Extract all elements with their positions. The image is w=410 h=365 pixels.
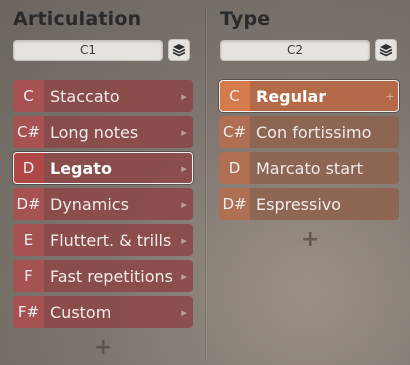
- articulation-item-label: Fast repetitions: [50, 266, 174, 286]
- articulation-title: Articulation: [13, 8, 142, 30]
- articulation-item-key: C#: [13, 116, 44, 148]
- type-item[interactable]: C Regular +: [219, 80, 399, 112]
- chevron-right-icon[interactable]: ▸: [175, 80, 193, 112]
- type-item-key: D: [219, 152, 250, 184]
- type-item[interactable]: D Marcato start: [219, 152, 399, 184]
- add-type-button[interactable]: +: [301, 229, 319, 251]
- type-title: Type: [220, 8, 271, 30]
- articulation-item-key: D: [13, 152, 44, 184]
- articulation-item[interactable]: F Fast repetitions ▸: [13, 260, 193, 292]
- layers-icon[interactable]: [375, 39, 397, 61]
- articulation-item[interactable]: C Staccato ▸: [13, 80, 193, 112]
- articulation-item[interactable]: C# Long notes ▸: [13, 116, 193, 148]
- articulation-key-range[interactable]: C1: [13, 40, 163, 61]
- articulation-column: Articulation C1 C Staccato ▸ C# Long notes ▸ D…: [0, 0, 205, 365]
- chevron-right-icon[interactable]: ▸: [175, 116, 193, 148]
- type-list: C Regular + C# Con fortissimo D Marcato start D…: [219, 80, 399, 224]
- layers-icon[interactable]: [168, 39, 190, 61]
- articulation-item[interactable]: D# Dynamics ▸: [13, 188, 193, 220]
- type-item-key: D#: [219, 188, 250, 220]
- articulation-item[interactable]: D Legato ▸: [13, 152, 193, 184]
- chevron-right-icon: [381, 152, 399, 184]
- chevron-right-icon[interactable]: ▸: [175, 296, 193, 328]
- articulation-item-key: D#: [13, 188, 44, 220]
- chevron-right-icon[interactable]: ▸: [175, 260, 193, 292]
- type-item-label: Marcato start: [256, 158, 363, 178]
- articulation-item-label: Long notes: [50, 122, 139, 142]
- articulation-list: C Staccato ▸ C# Long notes ▸ D Legato ▸ D# Dynamic…: [13, 80, 193, 332]
- type-key-range[interactable]: C2: [220, 40, 370, 61]
- type-item[interactable]: C# Con fortissimo: [219, 116, 399, 148]
- type-item-key: C#: [219, 116, 250, 148]
- plus-icon[interactable]: +: [381, 80, 399, 112]
- articulation-item-label: Staccato: [50, 86, 120, 106]
- articulation-item-label: Fluttert. & trills: [50, 230, 172, 250]
- articulation-item-key: C: [13, 80, 44, 112]
- articulation-item-key: F#: [13, 296, 44, 328]
- type-item-label: Espressivo: [256, 194, 342, 214]
- chevron-right-icon: [381, 116, 399, 148]
- articulation-item[interactable]: F# Custom ▸: [13, 296, 193, 328]
- articulation-item[interactable]: E Fluttert. & trills ▸: [13, 224, 193, 256]
- add-articulation-button[interactable]: +: [94, 337, 112, 359]
- articulation-item-key: F: [13, 260, 44, 292]
- articulation-item-key: E: [13, 224, 44, 256]
- type-item-label: Con fortissimo: [256, 122, 372, 142]
- type-item-key: C: [219, 80, 250, 112]
- articulation-item-label: Legato: [50, 158, 112, 178]
- type-column: Type C2 C Regular + C# Con fortissimo D Marcat…: [205, 0, 410, 365]
- type-item[interactable]: D# Espressivo: [219, 188, 399, 220]
- articulation-item-label: Dynamics: [50, 194, 129, 214]
- chevron-right-icon[interactable]: ▸: [175, 152, 193, 184]
- chevron-right-icon: [381, 188, 399, 220]
- articulation-item-label: Custom: [50, 302, 112, 322]
- type-item-label: Regular: [256, 86, 327, 106]
- chevron-right-icon[interactable]: ▸: [175, 188, 193, 220]
- chevron-right-icon[interactable]: ▸: [175, 224, 193, 256]
